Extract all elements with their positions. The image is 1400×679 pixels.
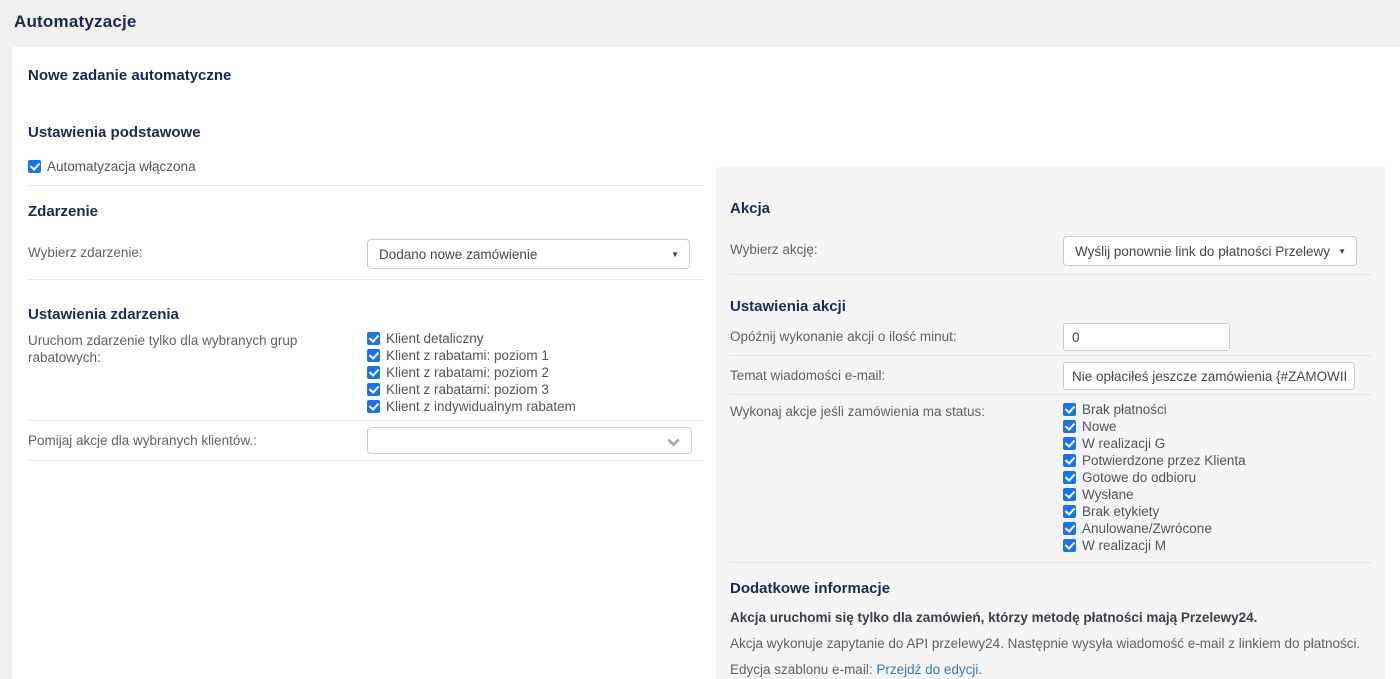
divider bbox=[730, 355, 1372, 356]
order-status-checkbox[interactable]: Brak etykiety bbox=[1063, 503, 1246, 520]
divider bbox=[28, 185, 704, 186]
discount-group-checkbox[interactable]: Klient z rabatami: poziom 2 bbox=[367, 364, 576, 381]
checkbox-checked-icon[interactable] bbox=[1063, 403, 1076, 416]
caret-down-icon: ▼ bbox=[663, 250, 679, 259]
checkbox-checked-icon[interactable] bbox=[367, 349, 380, 362]
section-heading-action-settings: Ustawienia akcji bbox=[730, 297, 1372, 316]
email-subject-label: Temat wiadomości e-mail: bbox=[730, 362, 1063, 384]
page-title: Automatyzacje bbox=[0, 0, 1400, 47]
checkbox-checked-icon[interactable] bbox=[1063, 522, 1076, 535]
email-subject-input[interactable] bbox=[1063, 362, 1355, 390]
divider bbox=[730, 562, 1372, 563]
skip-customers-row: Pomijaj akcje dla wybranych klientów.: bbox=[28, 427, 704, 454]
order-status-checkbox[interactable]: Gotowe do odbioru bbox=[1063, 469, 1246, 486]
card-title: Nowe zadanie automatyczne bbox=[28, 67, 1400, 84]
section-heading-basic-settings: Ustawienia podstawowe bbox=[28, 123, 704, 142]
order-status-checkbox[interactable]: W realizacji G bbox=[1063, 435, 1246, 452]
chevron-down-icon bbox=[667, 434, 680, 447]
order-status-label: Wykonaj akcje jeśli zamówienia ma status… bbox=[730, 401, 1063, 420]
checkbox-checked-icon[interactable] bbox=[1063, 454, 1076, 467]
discount-group-checkbox[interactable]: Klient z indywidualnym rabatem bbox=[367, 398, 576, 415]
checkbox-checked-icon[interactable] bbox=[367, 383, 380, 396]
checkbox-checked-icon[interactable] bbox=[1063, 488, 1076, 501]
caret-down-icon: ▼ bbox=[1330, 247, 1346, 256]
checkbox-checked-icon[interactable] bbox=[367, 332, 380, 345]
checkbox-checked-icon[interactable] bbox=[367, 366, 380, 379]
event-select-row: Wybierz zdarzenie: Dodano nowe zamówieni… bbox=[28, 239, 704, 269]
action-select-row: Wybierz akcję: Wyślij ponownie link do p… bbox=[730, 236, 1372, 266]
discount-group-checkbox[interactable]: Klient z rabatami: poziom 3 bbox=[367, 381, 576, 398]
new-automation-card: Nowe zadanie automatyczne Ustawienia pod… bbox=[12, 47, 1400, 679]
edit-template-line: Edycja szablonu e-mail: Przejdź do edycj… bbox=[730, 662, 1372, 677]
email-subject-row: Temat wiadomości e-mail: bbox=[730, 362, 1372, 390]
event-select[interactable]: Dodano nowe zamówienie ▼ bbox=[367, 239, 690, 269]
discount-groups-row: Uruchom zdarzenie tylko dla wybranych gr… bbox=[28, 330, 704, 415]
checkbox-checked-icon[interactable] bbox=[1063, 471, 1076, 484]
delay-label: Opóźnij wykonanie akcji o ilość minut: bbox=[730, 323, 1063, 345]
info-bold-text: Akcja uruchomi się tylko dla zamówień, k… bbox=[730, 610, 1372, 625]
discount-groups-checkbox-list: Klient detaliczny Klient z rabatami: poz… bbox=[367, 330, 576, 415]
divider bbox=[730, 394, 1372, 395]
divider bbox=[28, 460, 704, 461]
action-select-label: Wybierz akcję: bbox=[730, 236, 1063, 258]
order-status-checkbox[interactable]: Anulowane/Zwrócone bbox=[1063, 520, 1246, 537]
delay-minutes-input[interactable] bbox=[1063, 323, 1230, 351]
action-select[interactable]: Wyślij ponownie link do płatności Przele… bbox=[1063, 236, 1357, 266]
action-panel: Akcja Wybierz akcję: Wyślij ponownie lin… bbox=[716, 167, 1386, 679]
event-column: Ustawienia podstawowe Automatyzacja włąc… bbox=[28, 123, 704, 461]
automation-enabled-label: Automatyzacja włączona bbox=[47, 158, 196, 175]
divider bbox=[730, 274, 1372, 275]
edit-template-label: Edycja szablonu e-mail: bbox=[730, 662, 873, 677]
checkbox-checked-icon[interactable] bbox=[1063, 539, 1076, 552]
checkbox-checked-icon[interactable] bbox=[1063, 437, 1076, 450]
order-status-checkbox[interactable]: W realizacji M bbox=[1063, 537, 1246, 554]
checkbox-checked-icon[interactable] bbox=[28, 160, 41, 173]
columns-container: Ustawienia podstawowe Automatyzacja włąc… bbox=[28, 123, 1400, 679]
divider bbox=[28, 279, 704, 280]
divider bbox=[28, 420, 704, 421]
automation-enabled-checkbox[interactable]: Automatyzacja włączona bbox=[28, 158, 704, 175]
info-text: Akcja wykonuje zapytanie do API przelewy… bbox=[730, 636, 1372, 651]
discount-group-checkbox[interactable]: Klient detaliczny bbox=[367, 330, 576, 347]
skip-customers-label: Pomijaj akcje dla wybranych klientów.: bbox=[28, 427, 367, 449]
event-select-label: Wybierz zdarzenie: bbox=[28, 239, 367, 261]
discount-group-checkbox[interactable]: Klient z rabatami: poziom 1 bbox=[367, 347, 576, 364]
section-heading-event: Zdarzenie bbox=[28, 202, 704, 221]
order-status-checkbox[interactable]: Nowe bbox=[1063, 418, 1246, 435]
action-select-value: Wyślij ponownie link do płatności Przele… bbox=[1075, 244, 1330, 259]
order-status-checkbox[interactable]: Potwierdzone przez Klienta bbox=[1063, 452, 1246, 469]
edit-template-link[interactable]: Przejdź do edycji. bbox=[876, 662, 982, 677]
checkbox-checked-icon[interactable] bbox=[1063, 420, 1076, 433]
section-heading-additional-info: Dodatkowe informacje bbox=[730, 579, 1372, 598]
order-status-checkbox-list: Brak płatności Nowe W realizacji G Potwi… bbox=[1063, 401, 1246, 554]
order-status-row: Wykonaj akcje jeśli zamówienia ma status… bbox=[730, 401, 1372, 554]
order-status-checkbox[interactable]: Brak płatności bbox=[1063, 401, 1246, 418]
skip-customers-select[interactable] bbox=[367, 427, 692, 454]
section-heading-event-settings: Ustawienia zdarzenia bbox=[28, 305, 704, 324]
section-heading-action: Akcja bbox=[730, 199, 1372, 218]
discount-groups-label: Uruchom zdarzenie tylko dla wybranych gr… bbox=[28, 330, 367, 366]
order-status-checkbox[interactable]: Wysłane bbox=[1063, 486, 1246, 503]
delay-row: Opóźnij wykonanie akcji o ilość minut: bbox=[730, 323, 1372, 351]
checkbox-checked-icon[interactable] bbox=[1063, 505, 1076, 518]
checkbox-checked-icon[interactable] bbox=[367, 400, 380, 413]
event-select-value: Dodano nowe zamówienie bbox=[379, 247, 537, 262]
